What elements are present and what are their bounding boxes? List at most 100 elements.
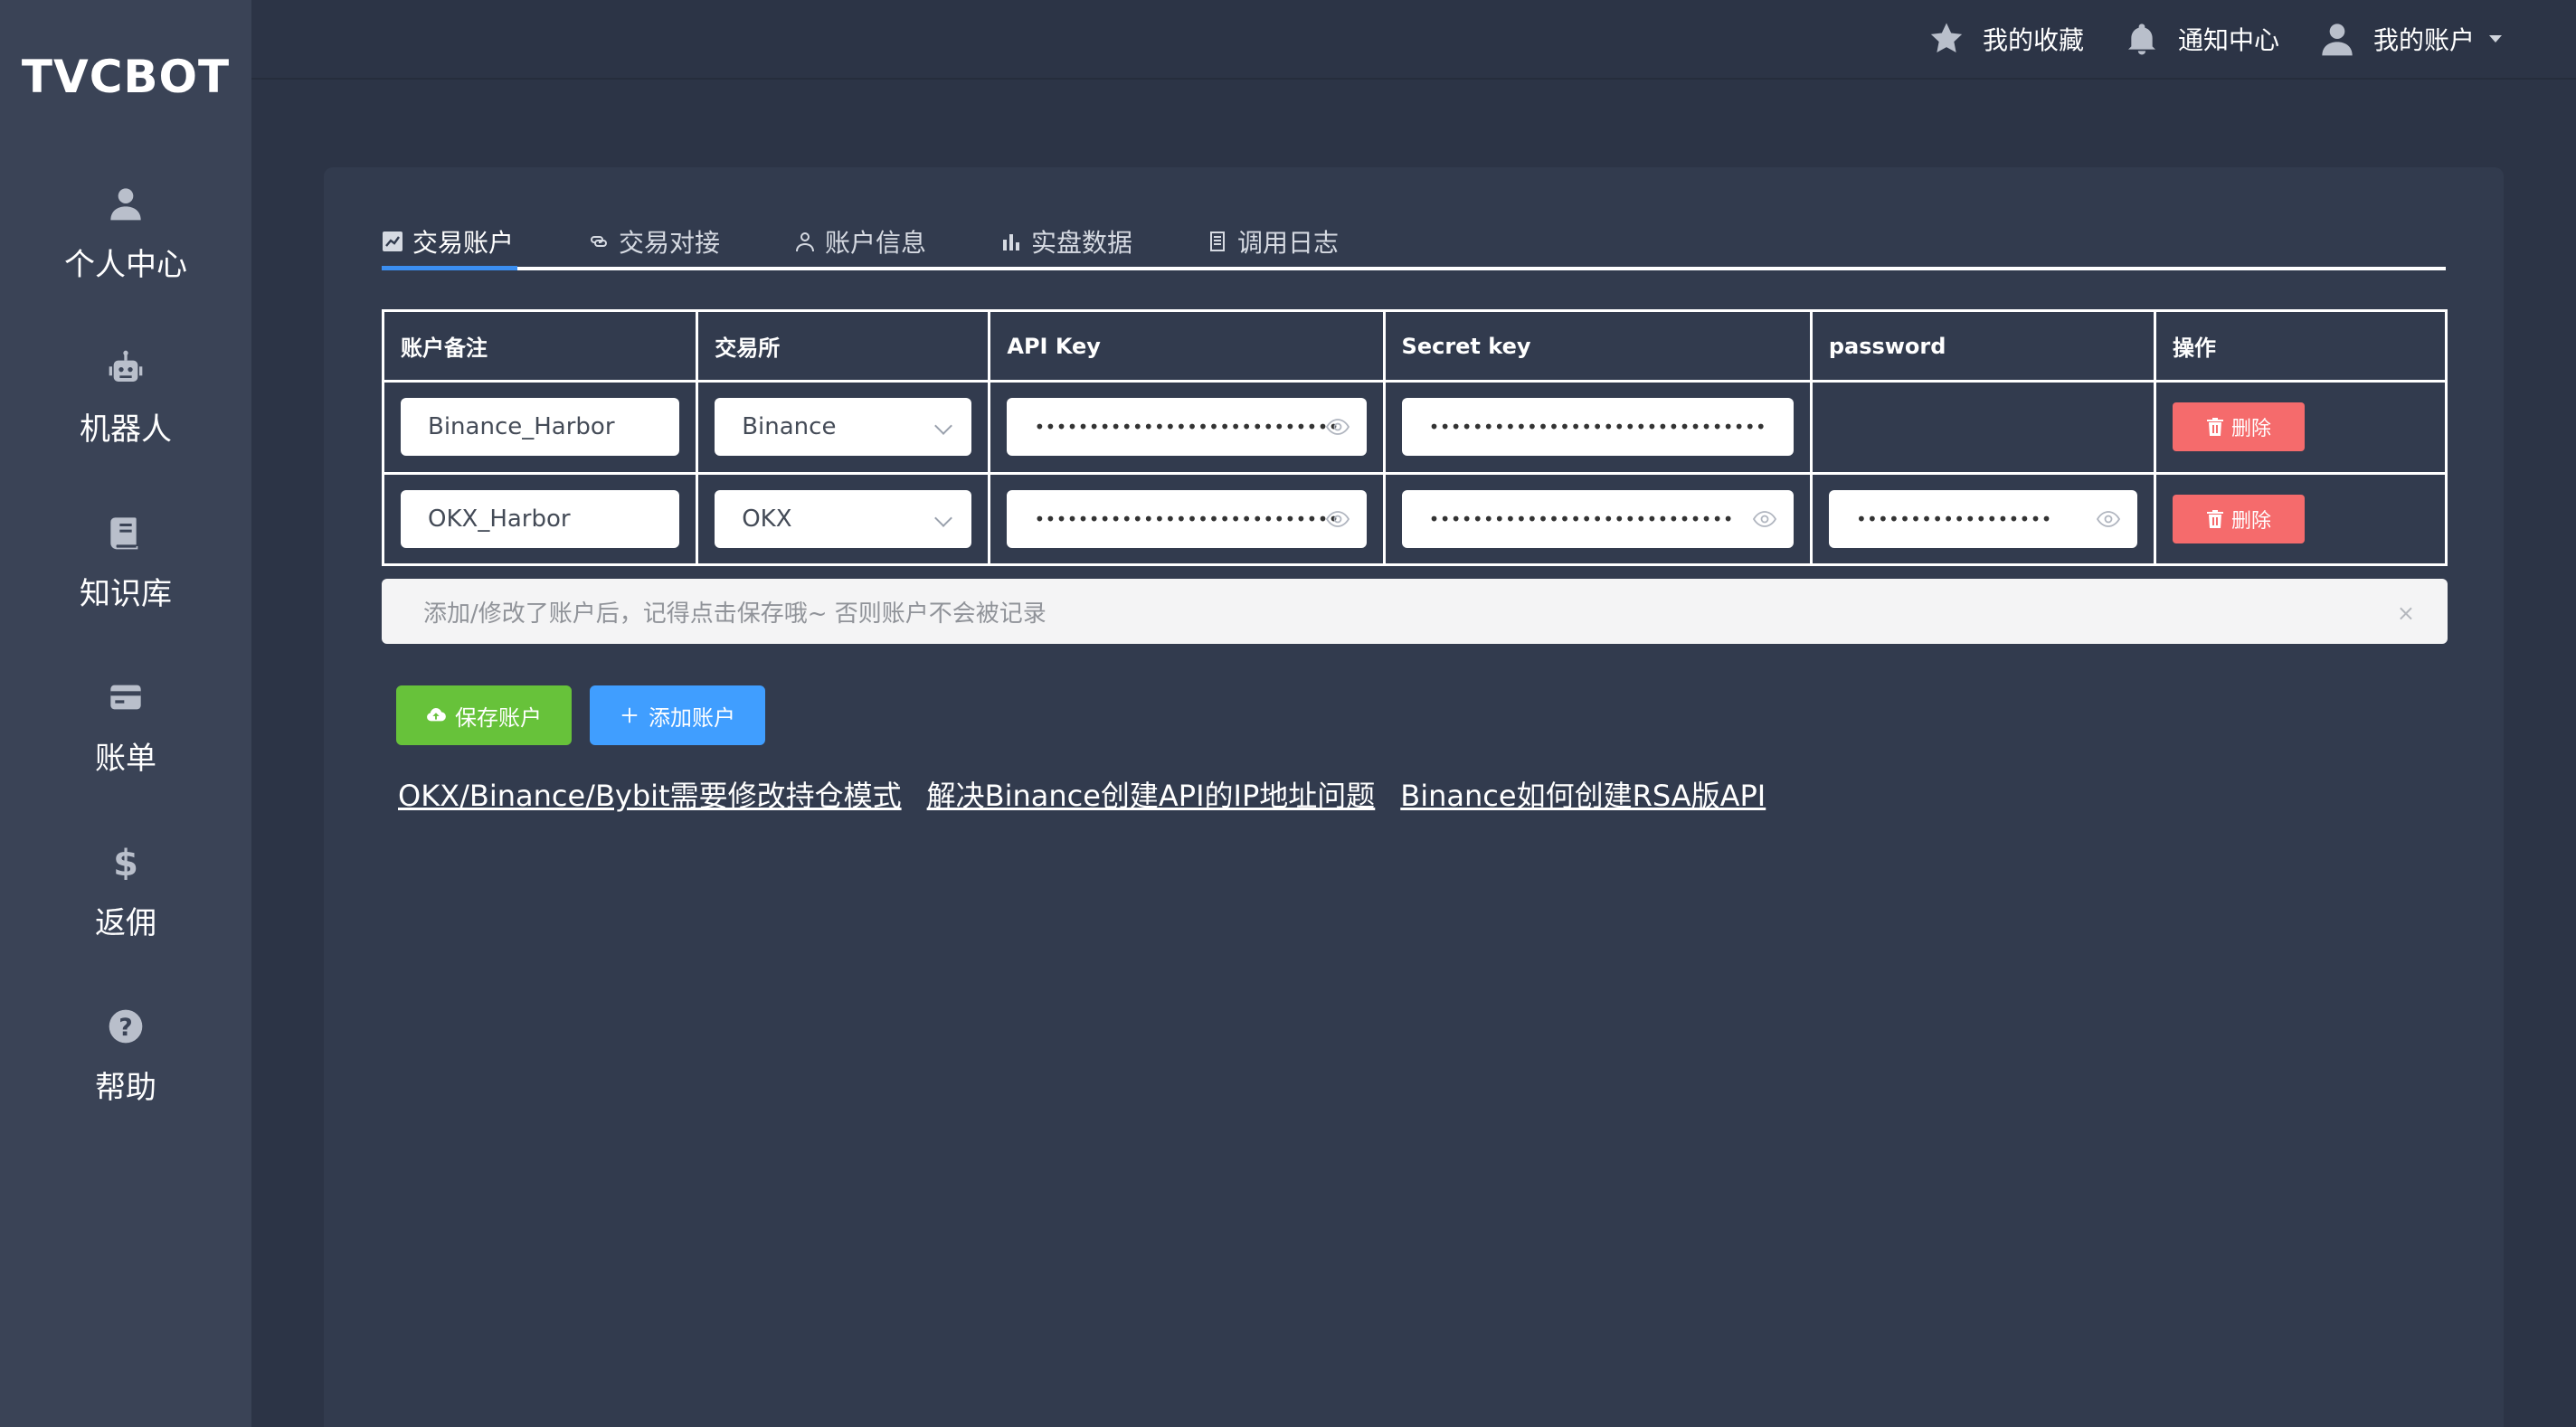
accounts-table: 账户备注 交易所 API Key Secret key password 操作 … [381,309,2448,566]
sidebar-item-robot[interactable]: 机器人 [0,350,251,486]
bell-icon [2128,24,2155,55]
exchange-select[interactable]: Binance [715,398,972,457]
api-key-input[interactable]: •••••••••••••••••••••••••••• [1007,398,1367,457]
tab-account-info[interactable]: 账户信息 [794,216,926,267]
tab-label: 调用日志 [1237,228,1340,258]
account-note-input[interactable]: Binance_Harbor [401,398,680,457]
sidebar-item-label: 返佣 [95,905,156,941]
cell-password [1809,380,2157,475]
chevron-down-icon [934,508,953,527]
save-label: 保存账户 [455,705,542,731]
favorites-link[interactable]: 我的收藏 [1928,18,2084,60]
notifications-label: 通知中心 [2178,25,2280,55]
bar-chart-icon [1003,234,1019,250]
delete-button[interactable]: 删除 [2173,402,2306,452]
cell-actions: 删除 [2154,380,2448,475]
tab-trade-integration[interactable]: 交易对接 [588,216,720,267]
tab-trading-accounts[interactable]: 交易账户 [382,216,517,270]
notifications-link[interactable]: 通知中心 [2124,18,2279,60]
cell-exchange: Binance [696,380,991,475]
top-header: 我的收藏 通知中心 我的账户 [251,0,2576,80]
help-links: OKX/Binance/Bybit需要修改持仓模式 解决Binance创建API… [398,773,1766,815]
tab-call-logs[interactable]: 调用日志 [1207,216,1339,267]
user-icon [108,185,144,222]
column-header-exchange: 交易所 [696,309,991,383]
eye-icon[interactable] [1325,508,1350,530]
table-row: OKX_Harbor OKX •••••••••••••••••••••••••… [381,471,2448,566]
alert-text: 添加/修改了账户后，记得点击保存哦~ 否则账户不会被记录 [423,600,1046,628]
logo[interactable]: TVCBOT [0,51,251,103]
cell-actions: 删除 [2154,471,2448,566]
sidebar-item-rebate[interactable]: $ 返佣 [0,843,251,979]
trash-icon [2207,418,2223,437]
cell-secret-key: ••••••••••••••••••••••••••••••• [1382,380,1813,475]
account-note-value: OKX_Harbor [428,505,571,533]
exchange-value: Binance [742,413,837,441]
delete-label: 删除 [2231,417,2272,440]
eye-icon[interactable] [1752,508,1777,530]
table-row: Binance_Harbor Binance •••••••••••••••••… [381,380,2448,475]
cell-api-key: •••••••••••••••••••••••••••• [988,471,1386,566]
sidebar-item-knowledge-base[interactable]: 知识库 [0,515,251,650]
link-binance-rsa[interactable]: Binance如何创建RSA版API [1400,773,1766,815]
book-icon [108,515,144,551]
svg-text:?: ? [118,1014,132,1042]
secret-key-input[interactable]: •••••••••••••••••••••••••••• [1401,489,1794,548]
eye-icon[interactable] [1325,416,1350,438]
sidebar: TVCBOT 个人中心 机器人 知识库 账单 $ 返佣 ? 帮助 [0,0,251,1427]
sidebar-item-label: 账单 [95,741,156,777]
user-outline-icon [796,232,814,251]
api-key-input[interactable]: •••••••••••••••••••••••••••• [1007,489,1367,548]
app-root: TVCBOT 个人中心 机器人 知识库 账单 $ 返佣 ? 帮助 我的收藏 通知… [0,0,2576,1427]
robot-icon [108,350,144,386]
link-binance-ip[interactable]: 解决Binance创建API的IP地址问题 [927,773,1376,815]
secret-key-value: •••••••••••••••••••••••••••• [1428,507,1734,530]
close-icon[interactable]: × [2397,600,2415,626]
password-input[interactable]: •••••••••••••••••• [1828,489,2138,548]
favorites-label: 我的收藏 [1983,25,2085,55]
sidebar-item-bill[interactable]: 账单 [0,679,251,815]
password-value: •••••••••••••••••• [1855,507,2052,530]
sidebar-item-label: 机器人 [80,411,172,448]
exchange-select[interactable]: OKX [715,489,972,548]
active-tab-indicator [382,266,517,270]
add-label: 添加账户 [649,705,735,731]
cell-exchange: OKX [696,471,991,566]
column-header-secret-key: Secret key [1382,309,1813,383]
save-reminder-alert: 添加/修改了账户后，记得点击保存哦~ 否则账户不会被记录 × [382,579,2448,644]
secret-key-input[interactable]: ••••••••••••••••••••••••••••••• [1401,398,1794,457]
column-header-password: password [1809,309,2157,383]
cell-api-key: •••••••••••••••••••••••••••• [988,380,1386,475]
delete-label: 删除 [2231,508,2272,532]
sidebar-item-help[interactable]: ? 帮助 [0,1008,251,1144]
add-account-button[interactable]: 添加账户 [590,685,765,745]
table-header-row: 账户备注 交易所 API Key Secret key password 操作 [381,309,2448,383]
tab-label: 实盘数据 [1031,228,1133,258]
chevron-down-icon [934,417,953,436]
account-menu[interactable]: 我的账户 [2319,18,2503,60]
cloud-upload-icon [427,708,446,722]
main-card: 交易账户 交易对接 账户信息 实盘数据 调用日志 账户备注 交易所 API Ke… [324,167,2504,1427]
secret-key-value: ••••••••••••••••••••••••••••••• [1428,416,1766,439]
star-icon [1930,23,1963,52]
tab-label: 交易对接 [619,228,721,258]
account-note-input[interactable]: OKX_Harbor [401,489,680,548]
cell-secret-key: •••••••••••••••••••••••••••• [1382,471,1813,566]
cell-note: Binance_Harbor [381,380,699,475]
delete-button[interactable]: 删除 [2173,494,2306,543]
sidebar-item-label: 知识库 [80,576,172,612]
cell-password: •••••••••••••••••• [1809,471,2157,566]
tab-label: 账户信息 [825,228,927,258]
sidebar-item-personal-center[interactable]: 个人中心 [0,185,251,321]
save-accounts-button[interactable]: 保存账户 [396,685,572,745]
sidebar-item-label: 个人中心 [64,247,187,283]
question-icon: ? [108,1008,144,1044]
api-key-value: •••••••••••••••••••••••••••• [1034,507,1340,530]
tab-label: 交易账户 [412,228,515,258]
link-position-mode[interactable]: OKX/Binance/Bybit需要修改持仓模式 [398,773,902,815]
eye-icon[interactable] [2096,508,2121,530]
tab-live-data[interactable]: 实盘数据 [1000,216,1132,267]
cell-note: OKX_Harbor [381,471,699,566]
sidebar-item-label: 帮助 [95,1070,156,1106]
api-key-value: •••••••••••••••••••••••••••• [1034,416,1340,439]
